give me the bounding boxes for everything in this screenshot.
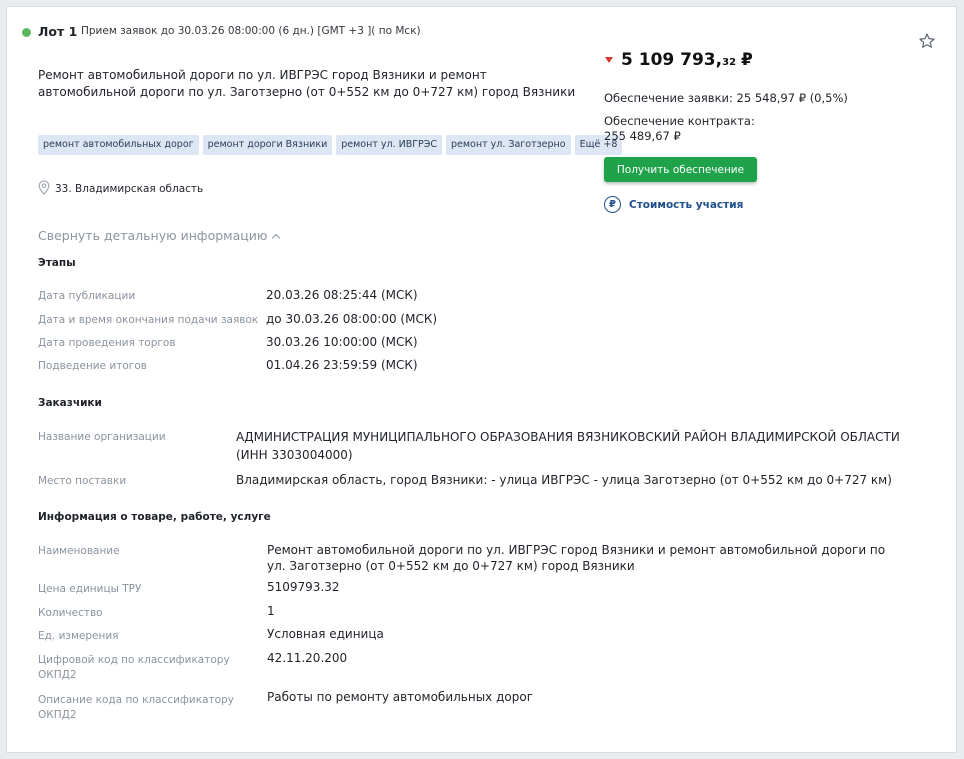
field-label: Подведение итогов [38,360,147,372]
field-label: Цена единицы ТРУ [38,583,142,595]
lot-label: Лот 1 [38,24,78,39]
location-pin-icon [38,180,50,198]
lot-card: Лот 1 Прием заявок до 30.03.26 08:00:00 … [6,6,957,753]
chevron-up-icon [272,233,281,242]
tag[interactable]: ремонт ул. ИВГРЭС [336,135,443,155]
field-value: 5109793.32 [267,580,340,594]
field-label: Место поставки [38,475,127,487]
field-label: Дата проведения торгов [38,337,176,349]
tag[interactable]: ремонт дороги Вязники [202,135,333,155]
field-value: Владимирская область, город Вязники: - у… [236,473,892,487]
field-value: 1 [267,604,275,618]
contract-security-label: Обеспечение контракта: [604,114,755,128]
participation-cost-link[interactable]: ₽ Стоимость участия [604,196,743,213]
stages-heading: Этапы [38,257,76,269]
field-value: 42.11.20.200 [267,651,348,665]
field-value: 01.04.26 23:59:59 (МСК) [266,358,418,372]
region: 33. Владимирская область [38,180,203,198]
field-label: Количество [38,607,103,619]
customers-heading: Заказчики [38,397,102,409]
ruble-icon: ₽ [604,196,621,213]
field-label: Описание кода по классификатору ОКПД2 [38,694,234,721]
tag[interactable]: ремонт автомобильных дорог [38,135,199,155]
application-deadline: Прием заявок до 30.03.26 08:00:00 (6 дн.… [81,25,421,37]
field-value: АДМИНИСТРАЦИЯ МУНИЦИПАЛЬНОГО ОБРАЗОВАНИЯ… [236,430,900,462]
field-value: до 30.03.26 08:00:00 (МСК) [266,312,438,326]
field-value: Работы по ремонту автомобильных дорог [267,690,533,704]
collapse-details-button[interactable]: Свернуть детальную информацию [38,228,281,243]
field-value: 20.03.26 08:25:44 (МСК) [266,288,418,302]
price-cents: 32 [722,57,737,68]
field-label: Название организации [38,431,166,443]
lot-title[interactable]: Ремонт автомобильной дороги по ул. ИВГРЭ… [38,67,578,101]
price-down-icon [605,57,613,63]
field-label: Дата публикации [38,290,136,302]
contract-security-value: 255 489,67 ₽ [604,129,681,143]
tag-list: ремонт автомобильных дорог ремонт дороги… [38,135,623,155]
price: 5 109 793, 32 ₽ [605,50,753,70]
get-security-button[interactable]: Получить обеспечение [604,157,757,182]
field-label: Ед. измерения [38,630,119,642]
field-value: 30.03.26 10:00:00 (МСК) [266,335,418,349]
price-currency: ₽ [741,50,753,70]
participation-cost-label: Стоимость участия [629,198,744,211]
status-dot-icon [22,28,31,37]
price-main: 5 109 793, [621,50,723,70]
collapse-label: Свернуть детальную информацию [38,228,268,243]
field-label: Дата и время окончания подачи заявок [38,314,259,326]
field-value: Условная единица [267,627,384,641]
star-icon[interactable] [918,32,936,50]
application-security: Обеспечение заявки: 25 548,97 ₽ (0,5%) [604,91,848,105]
goods-heading: Информация о товаре, работе, услуге [38,511,271,523]
region-text: 33. Владимирская область [55,183,204,195]
field-value: Ремонт автомобильной дороги по ул. ИВГРЭ… [267,543,886,573]
field-label: Цифровой код по классификатору ОКПД2 [38,654,230,681]
field-label: Наименование [38,545,120,557]
tag[interactable]: ремонт ул. Заготзерно [446,135,571,155]
